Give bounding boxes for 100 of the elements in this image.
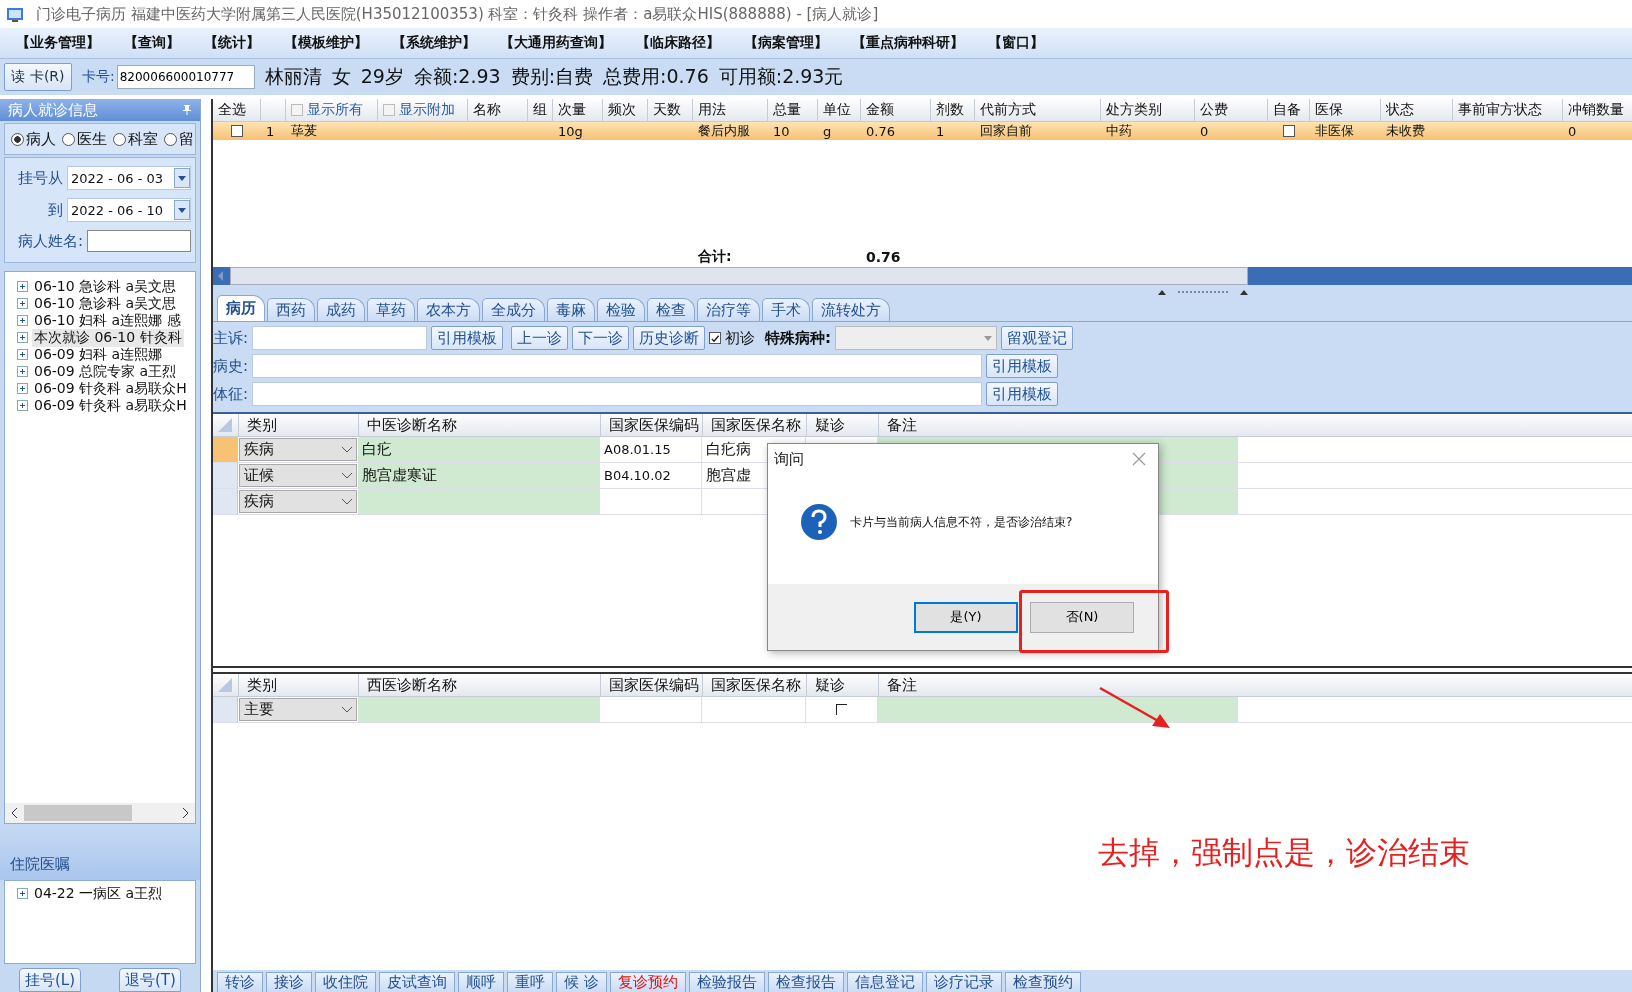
checkbox[interactable] [291,104,303,116]
complaint-field[interactable] [252,326,428,350]
action-button[interactable]: 收住院 [315,972,376,992]
tab[interactable]: 毒麻 [547,298,595,321]
action-button[interactable]: 检查报告 [767,972,844,992]
row-selector[interactable] [213,437,238,462]
patient-name-field[interactable] [87,230,191,252]
dialog-button[interactable]: 是(Y) [914,601,1018,633]
menu-item[interactable]: 【临床路径】 [636,34,720,52]
category-dropdown[interactable]: 疾病 [239,438,357,461]
radio-button[interactable] [164,132,177,146]
action-button[interactable]: 检查预约 [1004,972,1081,992]
row-selector[interactable] [213,489,238,514]
action-button[interactable]: 重呼 [507,972,553,992]
exam-field[interactable] [252,382,983,406]
tree-item[interactable]: 06-09 针灸科 a易联众H [32,396,189,415]
template-button[interactable]: 引用模板 [431,326,504,350]
caret-icon [178,175,186,181]
tree-item[interactable]: 06-09 总院专家 a王烈 [32,362,179,381]
tab[interactable]: 草药 [367,298,415,321]
tree-item[interactable]: 06-10 急诊科 a吴文思 [32,294,179,313]
table-cell-text: 0 [1567,122,1578,140]
tab[interactable]: 治疗等 [697,298,760,321]
action-button[interactable]: 皮试查询 [379,972,455,992]
action-button[interactable]: 复诊预约 [609,972,686,992]
menu-item[interactable]: 【查询】 [124,34,180,52]
tree-item[interactable]: 06-09 妇科 a连熙娜 [32,345,165,364]
date-field[interactable]: 2022 - 06 - 03 [67,166,191,190]
action-button[interactable]: 接诊 [266,972,312,992]
tree-item[interactable]: 本次就诊 06-10 针灸科 [32,328,184,347]
expand-icon [17,315,28,326]
read-card-button[interactable]: 读 卡(R) [4,63,72,91]
tab[interactable]: 农本方 [417,298,480,321]
card-number-field[interactable]: 820006600010777 [116,65,255,89]
menu-item[interactable]: 【窗口】 [988,34,1044,52]
action-button[interactable]: 顺呼 [458,972,504,992]
dialog-button[interactable]: 否(N) [1030,601,1134,633]
radio-button[interactable] [11,132,24,146]
tab[interactable]: 检验 [597,298,645,321]
column-header: 备注 [878,674,1238,696]
category-dropdown[interactable]: 证候 [239,464,357,487]
action-button[interactable]: 信息登记 [846,972,923,992]
checkbox[interactable] [1283,125,1295,137]
checkbox[interactable] [836,704,847,715]
menu-item[interactable]: 【统计】 [204,34,260,52]
close-icon[interactable] [1132,452,1146,466]
menu-item[interactable]: 【病案管理】 [744,34,828,52]
tree-item[interactable]: 04-22 一病区 a王烈 [32,884,165,903]
tab[interactable]: 流转处方 [812,298,890,321]
menu-item[interactable]: 【业务管理】 [16,34,100,52]
scrollbar[interactable] [5,803,195,823]
radio-button[interactable] [113,132,126,146]
action-button[interactable]: 候 诊 [556,972,607,992]
radio-button[interactable] [62,132,75,146]
tab[interactable]: 西药 [267,298,315,321]
table-row[interactable]: 1 荜茇 10g 餐后内服 10 g 0.76 1 回家自前 中药 0 非医保 未收费 0 [213,122,1632,140]
action-button[interactable]: 诊疗记录 [925,972,1002,992]
history-field[interactable] [252,354,983,378]
scroll-thumb[interactable] [230,267,1248,285]
dropdown-button[interactable] [174,200,190,220]
category-dropdown[interactable]: 主要 [239,698,357,721]
dropdown-button[interactable] [174,168,190,188]
field-label: 体征: [213,384,249,404]
tree-item[interactable]: 06-10 急诊科 a吴文思 [32,277,179,296]
panel-button[interactable]: 挂号(L) [19,968,81,992]
radio-label: 科室 [128,129,158,149]
tab[interactable]: 手术 [762,298,810,321]
scrollbar[interactable] [213,267,1632,285]
action-button[interactable]: 检验报告 [688,972,765,992]
panel-button[interactable]: 退号(T) [119,968,181,992]
action-button[interactable]: 转诊 [217,972,263,992]
previous-visit-button[interactable]: 上一诊 [511,326,569,350]
row-selector[interactable] [213,697,238,722]
column-header: 冲销数量 [1563,99,1632,121]
tab[interactable]: 成药 [317,298,365,321]
tab[interactable]: 全成分 [482,298,545,321]
splitter-handle[interactable] [213,285,1632,295]
template-button[interactable]: 引用模板 [986,382,1059,406]
tree-item[interactable]: 06-10 妇科 a连熙娜 感 [32,311,183,330]
menu-item[interactable]: 【系统维护】 [392,34,476,52]
menu-item[interactable]: 【模板维护】 [284,34,368,52]
observation-button[interactable]: 留观登记 [1001,326,1074,350]
checkbox[interactable] [383,104,395,116]
dialog-message: 卡片与当前病人信息不符，是否诊治结束? [850,513,1073,531]
menu-item[interactable]: 【重点病种科研】 [852,34,964,52]
category-dropdown[interactable]: 疾病 [239,490,357,513]
tab[interactable]: 检查 [647,298,695,321]
row-selector[interactable] [213,463,238,488]
menu-item[interactable]: 【大通用药查询】 [500,34,612,52]
checkbox[interactable] [231,125,243,137]
tab[interactable]: 病历 [217,295,265,321]
template-button[interactable]: 引用模板 [986,354,1059,378]
scroll-thumb[interactable] [24,805,132,821]
history-diagnosis-button[interactable]: 历史诊断 [633,326,706,350]
tree-item[interactable]: 06-09 针灸科 a易联众H [32,379,189,398]
checkbox[interactable] [709,332,722,344]
next-visit-button[interactable]: 下一诊 [572,326,630,350]
total-label: 合计: [697,247,733,266]
special-disease-dropdown[interactable] [835,326,998,350]
date-field[interactable]: 2022 - 06 - 10 [67,198,191,222]
